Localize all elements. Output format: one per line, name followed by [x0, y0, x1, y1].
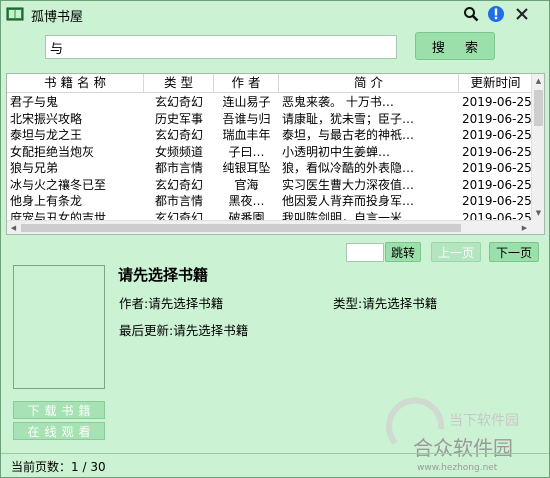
cell-title: 冰与火之禳冬已至	[10, 177, 107, 192]
column-header-title[interactable]: 书 籍 名 称	[7, 74, 144, 93]
vertical-scrollbar[interactable]: ▲ ▼	[531, 74, 544, 220]
cell-summary: 我叫陈剑明，自言一米…	[282, 210, 415, 221]
table-row[interactable]: 庶宠与丑女的吉世 玄幻奇幻 破番園 我叫陈剑明，自言一米… 2019-06-25	[7, 210, 532, 221]
type-label: 类型:	[333, 296, 363, 311]
cell-type: 玄幻奇幻	[154, 128, 203, 142]
cell-type: 都市言情	[154, 161, 203, 175]
search-button[interactable]: 搜 索	[415, 32, 495, 60]
page-status-current: 1	[71, 460, 79, 474]
table-row[interactable]: 他身上有条龙 都市言情 黑夜… 他因爱人背弃而投身军… 2019-06-25	[7, 193, 532, 210]
cell-author: 纯银耳坠	[222, 161, 271, 175]
cell-updated: 2019-06-25	[462, 194, 532, 208]
vertical-scroll-thumb[interactable]	[534, 90, 543, 126]
table-row[interactable]: 狼与兄弟 都市言情 纯银耳坠 狼，看似冷酷的外表隐… 2019-06-25	[7, 160, 532, 177]
jump-button[interactable]: 跳转	[385, 242, 421, 262]
prev-page-button[interactable]: 上一页	[431, 242, 481, 262]
search-input[interactable]	[45, 35, 397, 59]
cell-type: 玄幻奇幻	[154, 210, 203, 221]
scrollbar-corner	[531, 220, 544, 234]
scroll-down-icon[interactable]: ▼	[532, 206, 544, 220]
cell-type: 女频频道	[154, 144, 203, 159]
magnifier-icon[interactable]	[462, 5, 480, 23]
cell-author: 破番園	[228, 210, 265, 221]
cell-summary: 小透明初中生姜蝉…	[282, 144, 391, 159]
cell-author: 黑夜…	[228, 194, 265, 208]
cell-updated: 2019-06-25	[462, 161, 532, 175]
table-row[interactable]: 北宋振兴攻略 历史军事 吾谁与归 请康耻，犹未雪；臣子… 2019-06-25	[7, 111, 532, 128]
column-header-updated[interactable]: 更新时间	[459, 74, 532, 93]
updated-value: 请先选择书籍	[173, 323, 249, 338]
cell-updated: 2019-06-25	[462, 177, 532, 192]
cell-updated: 2019-06-25	[462, 144, 532, 159]
cell-title: 狼与兄弟	[10, 161, 59, 175]
cell-updated: 2019-06-25	[462, 210, 532, 221]
type-info: 类型:请先选择书籍	[333, 293, 437, 312]
table-body: 君子与鬼 玄幻奇幻 连山易子 恶鬼来袭。 十万书… 2019-06-25 北宋振…	[7, 94, 532, 220]
horizontal-scrollbar[interactable]: ◀ ▶	[7, 220, 532, 234]
title-bar: 孤博书屋	[1, 1, 549, 27]
watermark-line1: 当下软件园	[449, 413, 519, 429]
horizontal-scroll-thumb[interactable]	[21, 224, 461, 232]
page-number-input[interactable]	[346, 243, 384, 262]
table-header: 书 籍 名 称 类 型 作 者 简 介 更新时间	[7, 74, 532, 93]
cell-author: 官海	[234, 177, 259, 192]
cell-title: 庶宠与丑女的吉世	[10, 210, 107, 221]
column-header-type[interactable]: 类 型	[144, 74, 214, 93]
cell-summary: 泰坦，与最古老的神祇…	[282, 128, 415, 142]
cell-title: 君子与鬼	[10, 95, 59, 109]
cell-type: 玄幻奇幻	[154, 95, 203, 109]
scroll-left-icon[interactable]: ◀	[7, 221, 20, 234]
book-cover	[13, 265, 105, 389]
column-header-summary[interactable]: 简 介	[279, 74, 459, 93]
table-row[interactable]: 君子与鬼 玄幻奇幻 连山易子 恶鬼来袭。 十万书… 2019-06-25	[7, 94, 532, 111]
cell-summary: 实习医生曹大力深夜值…	[282, 177, 415, 192]
close-icon[interactable]	[513, 5, 531, 23]
cell-title: 女配拒绝当炮灰	[10, 144, 95, 159]
scroll-right-icon[interactable]: ▶	[518, 221, 531, 234]
cell-summary: 他因爱人背弃而投身军…	[282, 194, 415, 208]
table-row[interactable]: 女配拒绝当炮灰 女频频道 子曰… 小透明初中生姜蝉… 2019-06-25	[7, 144, 532, 161]
cell-summary: 狼，看似冷酷的外表隐…	[282, 161, 415, 175]
cell-author: 连山易子	[222, 95, 271, 109]
search-bar: 搜 索	[1, 27, 549, 69]
author-label: 作者:	[119, 296, 149, 311]
author-value: 请先选择书籍	[148, 296, 224, 311]
info-icon[interactable]	[487, 5, 505, 23]
read-online-button[interactable]: 在线观看	[13, 422, 105, 440]
scroll-up-icon[interactable]: ▲	[532, 74, 544, 88]
cell-summary: 恶鬼来袭。 十万书…	[282, 95, 394, 109]
cell-updated: 2019-06-25	[462, 128, 532, 142]
cell-type: 都市言情	[154, 194, 203, 208]
download-book-button[interactable]: 下载书籍	[13, 401, 105, 419]
book-icon	[6, 6, 24, 22]
cell-type: 历史军事	[154, 111, 203, 126]
type-value: 请先选择书籍	[362, 296, 438, 311]
table-row[interactable]: 冰与火之禳冬已至 玄幻奇幻 官海 实习医生曹大力深夜值… 2019-06-25	[7, 177, 532, 194]
app-window: 孤博书屋 搜 索 书 籍 名 称 类 型	[0, 0, 550, 478]
column-header-author[interactable]: 作 者	[214, 74, 279, 93]
page-status: 当前页数：1 / 30	[11, 458, 106, 475]
cell-title: 他身上有条龙	[10, 194, 83, 208]
cell-author: 子曰…	[228, 144, 265, 159]
cell-title: 北宋振兴攻略	[10, 111, 83, 126]
updated-info: 最后更新:请先选择书籍	[119, 320, 248, 339]
cell-type: 玄幻奇幻	[154, 177, 203, 192]
cell-author: 吾谁与归	[222, 111, 271, 126]
cell-summary: 请康耻，犹未雪；臣子…	[282, 111, 415, 126]
cell-title: 泰坦与龙之王	[10, 128, 83, 142]
author-info: 作者:请先选择书籍	[119, 293, 223, 312]
page-status-label: 当前页数：	[11, 460, 72, 474]
cell-updated: 2019-06-25	[462, 95, 532, 109]
window-title: 孤博书屋	[31, 10, 84, 25]
page-status-total: 30	[90, 460, 106, 474]
next-page-button[interactable]: 下一页	[489, 242, 539, 262]
page-status-sep: /	[78, 460, 91, 474]
status-bar: 当前页数：1 / 30	[1, 453, 549, 477]
book-table: 书 籍 名 称 类 型 作 者 简 介 更新时间 君子与鬼 玄幻奇幻 连山易子 …	[6, 73, 545, 235]
cell-author: 瑞血丰年	[222, 128, 271, 142]
cell-updated: 2019-06-25	[462, 111, 532, 126]
table-row[interactable]: 泰坦与龙之王 玄幻奇幻 瑞血丰年 泰坦，与最古老的神祇… 2019-06-25	[7, 127, 532, 144]
book-title: 请先选择书籍	[118, 266, 209, 284]
updated-label: 最后更新:	[119, 323, 174, 338]
